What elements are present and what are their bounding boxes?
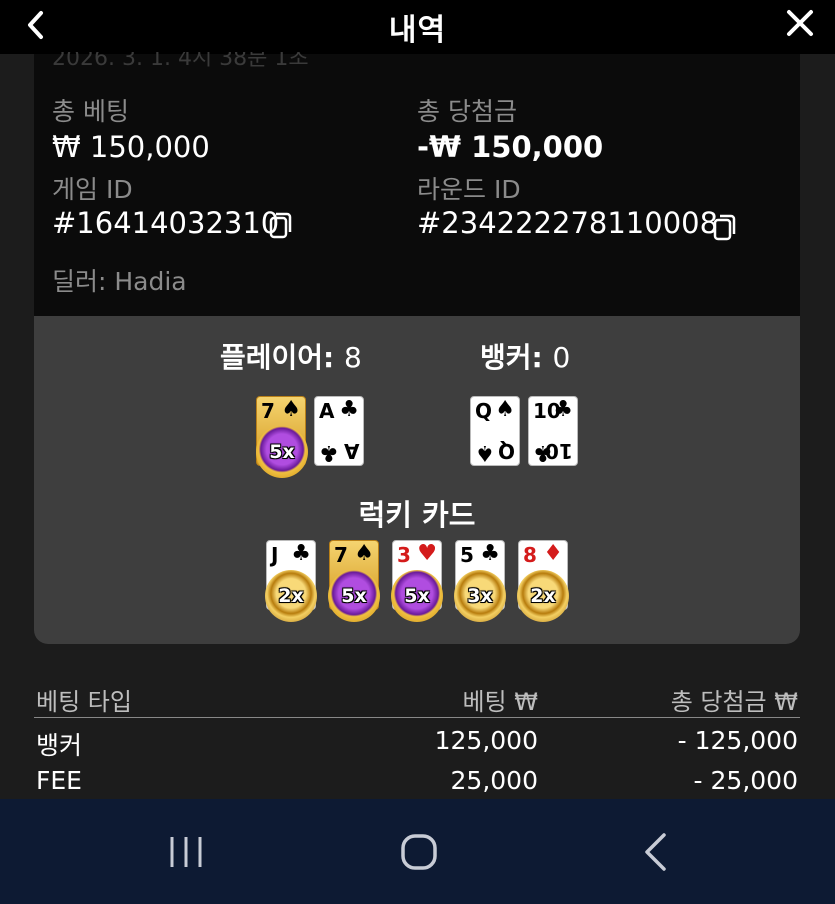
card-suit: ♣: [339, 397, 359, 422]
banker-label: 뱅커:: [480, 341, 543, 374]
total-win-value: -₩ 150,000: [417, 130, 604, 164]
player-label: 플레이어:: [220, 341, 335, 374]
card-rank: 3: [397, 543, 411, 567]
recent-apps-icon: [170, 837, 202, 867]
card-suit: ♠: [281, 397, 301, 422]
player-card-2: A ♣ A ♣: [314, 396, 364, 466]
column-bet-type: 베팅 타입: [36, 688, 132, 716]
copy-round-id-button[interactable]: [712, 212, 738, 242]
multiplier-badge: 5x: [328, 570, 380, 622]
bet-amount-cell: 25,000: [450, 766, 538, 795]
player-score: 8: [344, 341, 362, 374]
card-rank-inverted: Q: [497, 439, 515, 463]
header-bar: 내역: [0, 0, 835, 54]
round-result-panel: 플레이어: 8 뱅커: 0 7 ♠ 5x A ♣ A ♣ Q ♠ Q ♠ 10 …: [34, 316, 800, 644]
total-win-cell: - 125,000: [677, 726, 798, 755]
home-button[interactable]: [394, 829, 444, 875]
card-suit-inverted: ♣: [319, 440, 339, 465]
bet-amount-cell: 125,000: [434, 726, 538, 755]
system-back-button[interactable]: [630, 829, 680, 875]
card-rank: J: [271, 543, 279, 567]
close-icon: [787, 10, 813, 36]
bet-table-header: 베팅 타입 베팅 ₩ 총 당첨금 ₩: [34, 676, 800, 718]
column-total-win: 총 당첨금 ₩: [670, 688, 798, 716]
card-suit: ♠: [495, 397, 515, 422]
card-suit: ♣: [291, 541, 311, 566]
round-date: 2026. 3. 1. 4시 38분 1초: [52, 52, 309, 68]
banker-score: 0: [552, 341, 571, 374]
game-id-label: 게임 ID: [52, 175, 133, 204]
round-summary-card: 2026. 3. 1. 4시 38분 1초 총 베팅 ₩ 150,000 총 당…: [34, 52, 800, 316]
card-suit: ♥: [417, 541, 437, 566]
card-rank: Q: [475, 399, 493, 423]
copy-game-id-button[interactable]: [268, 210, 294, 240]
dealer-name: 딜러: Hadia: [52, 267, 187, 296]
column-bet-amount: 베팅 ₩: [462, 688, 538, 716]
multiplier-badge: 2x: [265, 570, 317, 622]
total-win-label: 총 당첨금: [417, 97, 517, 126]
card-suit: ♦: [543, 541, 563, 566]
lucky-cards-title: 럭키 카드: [358, 498, 476, 532]
round-id-value: #234222278110008: [417, 206, 719, 240]
banker-score-label: 뱅커: 0: [480, 336, 570, 376]
card-rank: 7: [261, 399, 275, 423]
multiplier-badge: 2x: [517, 570, 569, 622]
card-suit-inverted: ♣: [533, 440, 553, 465]
total-bet-value: ₩ 150,000: [52, 130, 210, 164]
back-button[interactable]: [22, 8, 48, 42]
banker-card-1: Q ♠ Q ♠: [470, 396, 520, 466]
total-win-cell: - 25,000: [693, 766, 798, 795]
round-id-label: 라운드 ID: [417, 175, 521, 204]
chevron-left-icon: [28, 11, 43, 39]
bet-type-cell: 뱅커: [36, 731, 83, 760]
system-nav-bar: [0, 799, 835, 904]
banker-card-2: 10 ♣ 10 ♣: [528, 396, 578, 466]
card-suit: ♣: [480, 541, 500, 566]
home-icon: [401, 834, 437, 870]
card-suit: ♣: [553, 397, 573, 422]
recent-apps-button[interactable]: [161, 829, 211, 875]
card-rank: 8: [523, 543, 537, 567]
card-rank-inverted: A: [343, 439, 359, 463]
copy-icon: [713, 214, 736, 241]
copy-icon: [269, 212, 292, 239]
multiplier-badge: 3x: [454, 570, 506, 622]
multiplier-badge: 5x: [391, 570, 443, 622]
close-button[interactable]: [785, 6, 815, 40]
player-score-label: 플레이어: 8: [220, 336, 362, 376]
multiplier-badge: 5x: [256, 426, 308, 478]
card-rank: 5: [460, 543, 474, 567]
bet-type-cell: FEE: [36, 766, 82, 795]
card-suit-inverted: ♠: [475, 440, 495, 465]
total-bet-label: 총 베팅: [52, 97, 129, 126]
page-title: 내역: [388, 13, 447, 48]
back-arrow-icon: [645, 833, 666, 871]
card-suit: ♠: [354, 541, 374, 566]
game-id-value: #16414032310: [52, 206, 280, 240]
card-rank: A: [319, 399, 335, 423]
card-rank: 7: [334, 543, 348, 567]
